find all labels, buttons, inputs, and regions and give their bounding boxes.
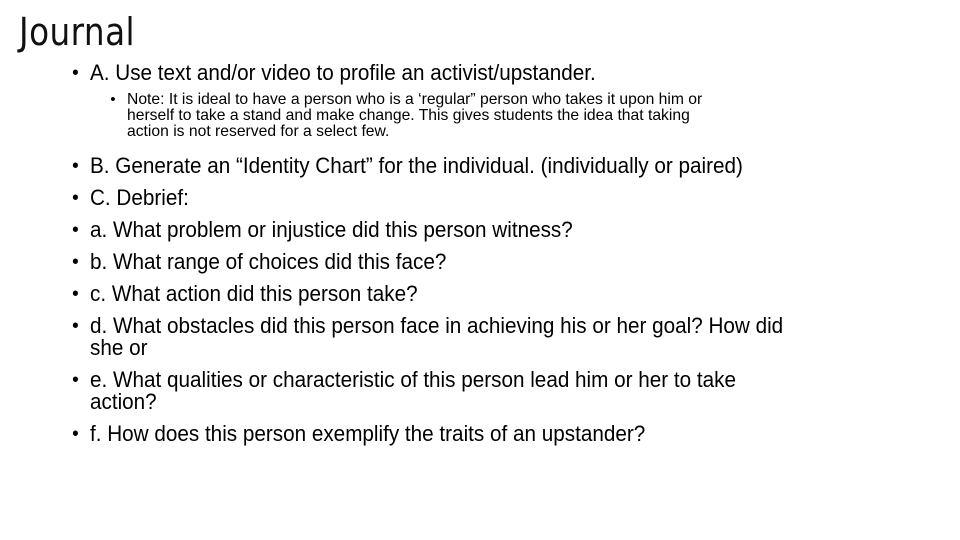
bullet-icon: • [72,283,79,305]
bullet-icon: • [72,369,79,391]
bullet-icon: • [72,315,79,337]
bullet-item-c: • C. Debrief: [72,185,189,210]
bullet-item-debrief-f: • f. How does this person exemplify the … [72,421,646,446]
bullet-icon: • [72,155,79,177]
bullet-text: e. What qualities or characteristic of t… [90,367,736,392]
bullet-icon: • [72,219,79,241]
bullet-icon: • [72,62,79,84]
bullet-icon: • [72,423,79,445]
sub-bullet-note: • Note: It is ideal to have a person who… [110,91,703,140]
bullet-item-debrief-b: • b. What range of choices did this face… [72,249,447,274]
bullet-text: d. What obstacles did this person face i… [90,313,784,338]
note-line: herself to take a stand and make change.… [127,107,690,124]
bullet-item-b: • B. Generate an “Identity Chart” for th… [72,153,743,178]
bullet-icon: • [72,251,79,273]
bullet-text: b. What range of choices did this face? [90,249,447,274]
bullet-text-continuation: action? [90,389,157,414]
note-line: Note: It is ideal to have a person who i… [127,91,703,108]
bullet-text: A. Use text and/or video to profile an a… [90,60,596,85]
bullet-item-debrief-d: • d. What obstacles did this person face… [72,313,784,360]
bullet-text: B. Generate an “Identity Chart” for the … [90,153,743,178]
bullet-text: a. What problem or injustice did this pe… [90,217,573,242]
bullet-text: c. What action did this person take? [90,281,418,306]
bullet-text: f. How does this person exemplify the tr… [90,421,646,446]
note-line: action is not reserved for a select few. [127,123,390,140]
bullet-item-debrief-c: • c. What action did this person take? [72,281,418,306]
bullet-item-a: • A. Use text and/or video to profile an… [72,60,596,85]
bullet-icon: • [110,91,116,108]
bullet-text: C. Debrief: [90,185,189,210]
bullet-item-debrief-a: • a. What problem or injustice did this … [72,217,573,242]
slide-title: Journal [19,10,136,54]
bullet-text-continuation: she or [90,335,148,360]
bullet-item-debrief-e: • e. What qualities or characteristic of… [72,367,736,414]
bullet-icon: • [72,187,79,209]
